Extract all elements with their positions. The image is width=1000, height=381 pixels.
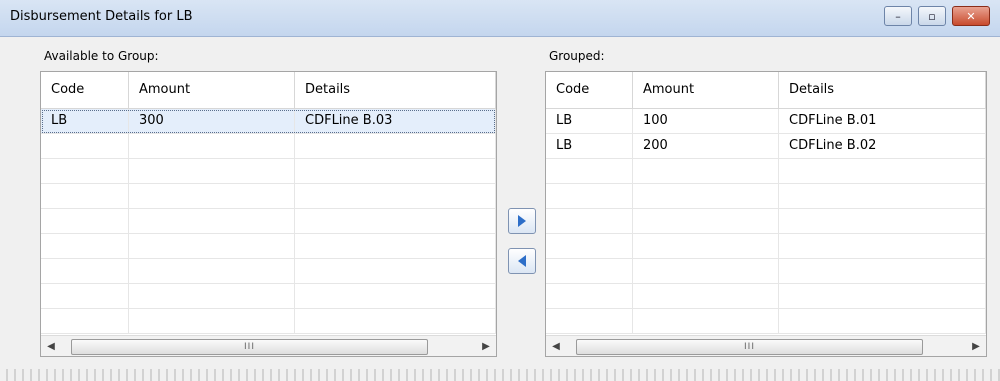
table-row-empty: [41, 134, 496, 159]
scroll-left-icon[interactable]: ◀: [549, 339, 563, 353]
cell-details: CDFLine B.01: [779, 109, 986, 133]
cell-code: LB: [546, 109, 633, 133]
maximize-icon: ▫: [928, 9, 936, 23]
table-row-empty: [41, 184, 496, 209]
table-row-empty: [546, 184, 986, 209]
cell-amount: 200: [633, 134, 779, 158]
table-row-empty: [41, 234, 496, 259]
scroll-right-icon[interactable]: ▶: [969, 339, 983, 353]
grouped-label: Grouped:: [549, 49, 605, 63]
grid-header: Code Amount Details: [41, 72, 496, 109]
cell-details: CDFLine B.02: [779, 134, 986, 158]
available-grid[interactable]: Code Amount Details LB 300 CDFLine B.03 …: [40, 71, 497, 357]
close-icon: ✕: [966, 9, 976, 23]
table-row-empty: [41, 209, 496, 234]
close-button[interactable]: ✕: [952, 6, 990, 26]
horizontal-scrollbar[interactable]: ◀ III ▶: [546, 335, 986, 356]
horizontal-scrollbar[interactable]: ◀ III ▶: [41, 335, 496, 356]
column-header-code[interactable]: Code: [546, 72, 633, 108]
grid-header: Code Amount Details: [546, 72, 986, 109]
maximize-button[interactable]: ▫: [918, 6, 946, 26]
scroll-right-icon[interactable]: ▶: [479, 339, 493, 353]
arrow-right-icon: [518, 215, 526, 227]
table-row-empty: [546, 284, 986, 309]
cell-amount: 300: [129, 109, 295, 133]
minimize-icon: –: [895, 9, 901, 23]
move-to-grouped-button[interactable]: [508, 208, 536, 234]
table-row[interactable]: LB 200 CDFLine B.02: [546, 134, 986, 159]
move-to-available-button[interactable]: [508, 248, 536, 274]
scroll-left-icon[interactable]: ◀: [44, 339, 58, 353]
column-header-code[interactable]: Code: [41, 72, 129, 108]
cell-amount: 100: [633, 109, 779, 133]
column-header-amount[interactable]: Amount: [633, 72, 779, 108]
column-header-amount[interactable]: Amount: [129, 72, 295, 108]
window-title: Disbursement Details for LB: [10, 9, 193, 24]
table-row-empty: [546, 259, 986, 284]
table-row-empty: [41, 259, 496, 284]
minimize-button[interactable]: –: [884, 6, 912, 26]
table-row-empty: [41, 284, 496, 309]
disbursement-details-window: Disbursement Details for LB – ▫ ✕ Availa…: [0, 0, 1000, 381]
table-row-empty: [546, 209, 986, 234]
table-row-empty: [546, 159, 986, 184]
window-controls: – ▫ ✕: [884, 6, 990, 26]
table-row[interactable]: LB 100 CDFLine B.01: [546, 109, 986, 134]
scroll-thumb[interactable]: III: [576, 339, 923, 355]
cell-code: LB: [41, 109, 129, 133]
arrow-left-icon: [518, 255, 526, 267]
scroll-thumb[interactable]: III: [71, 339, 428, 355]
table-row-empty: [41, 159, 496, 184]
column-header-details[interactable]: Details: [779, 72, 986, 108]
grouped-grid[interactable]: Code Amount Details LB 100 CDFLine B.01 …: [545, 71, 987, 357]
title-bar: Disbursement Details for LB – ▫ ✕: [0, 0, 1000, 37]
cell-code: LB: [546, 134, 633, 158]
table-row-empty: [546, 234, 986, 259]
cell-details: CDFLine B.03: [295, 109, 496, 133]
available-to-group-label: Available to Group:: [44, 49, 159, 63]
table-row-empty: [546, 309, 986, 334]
table-row[interactable]: LB 300 CDFLine B.03: [41, 109, 496, 134]
cut-off-content-strip: [0, 369, 1000, 381]
column-header-details[interactable]: Details: [295, 72, 496, 108]
table-row-empty: [41, 309, 496, 334]
